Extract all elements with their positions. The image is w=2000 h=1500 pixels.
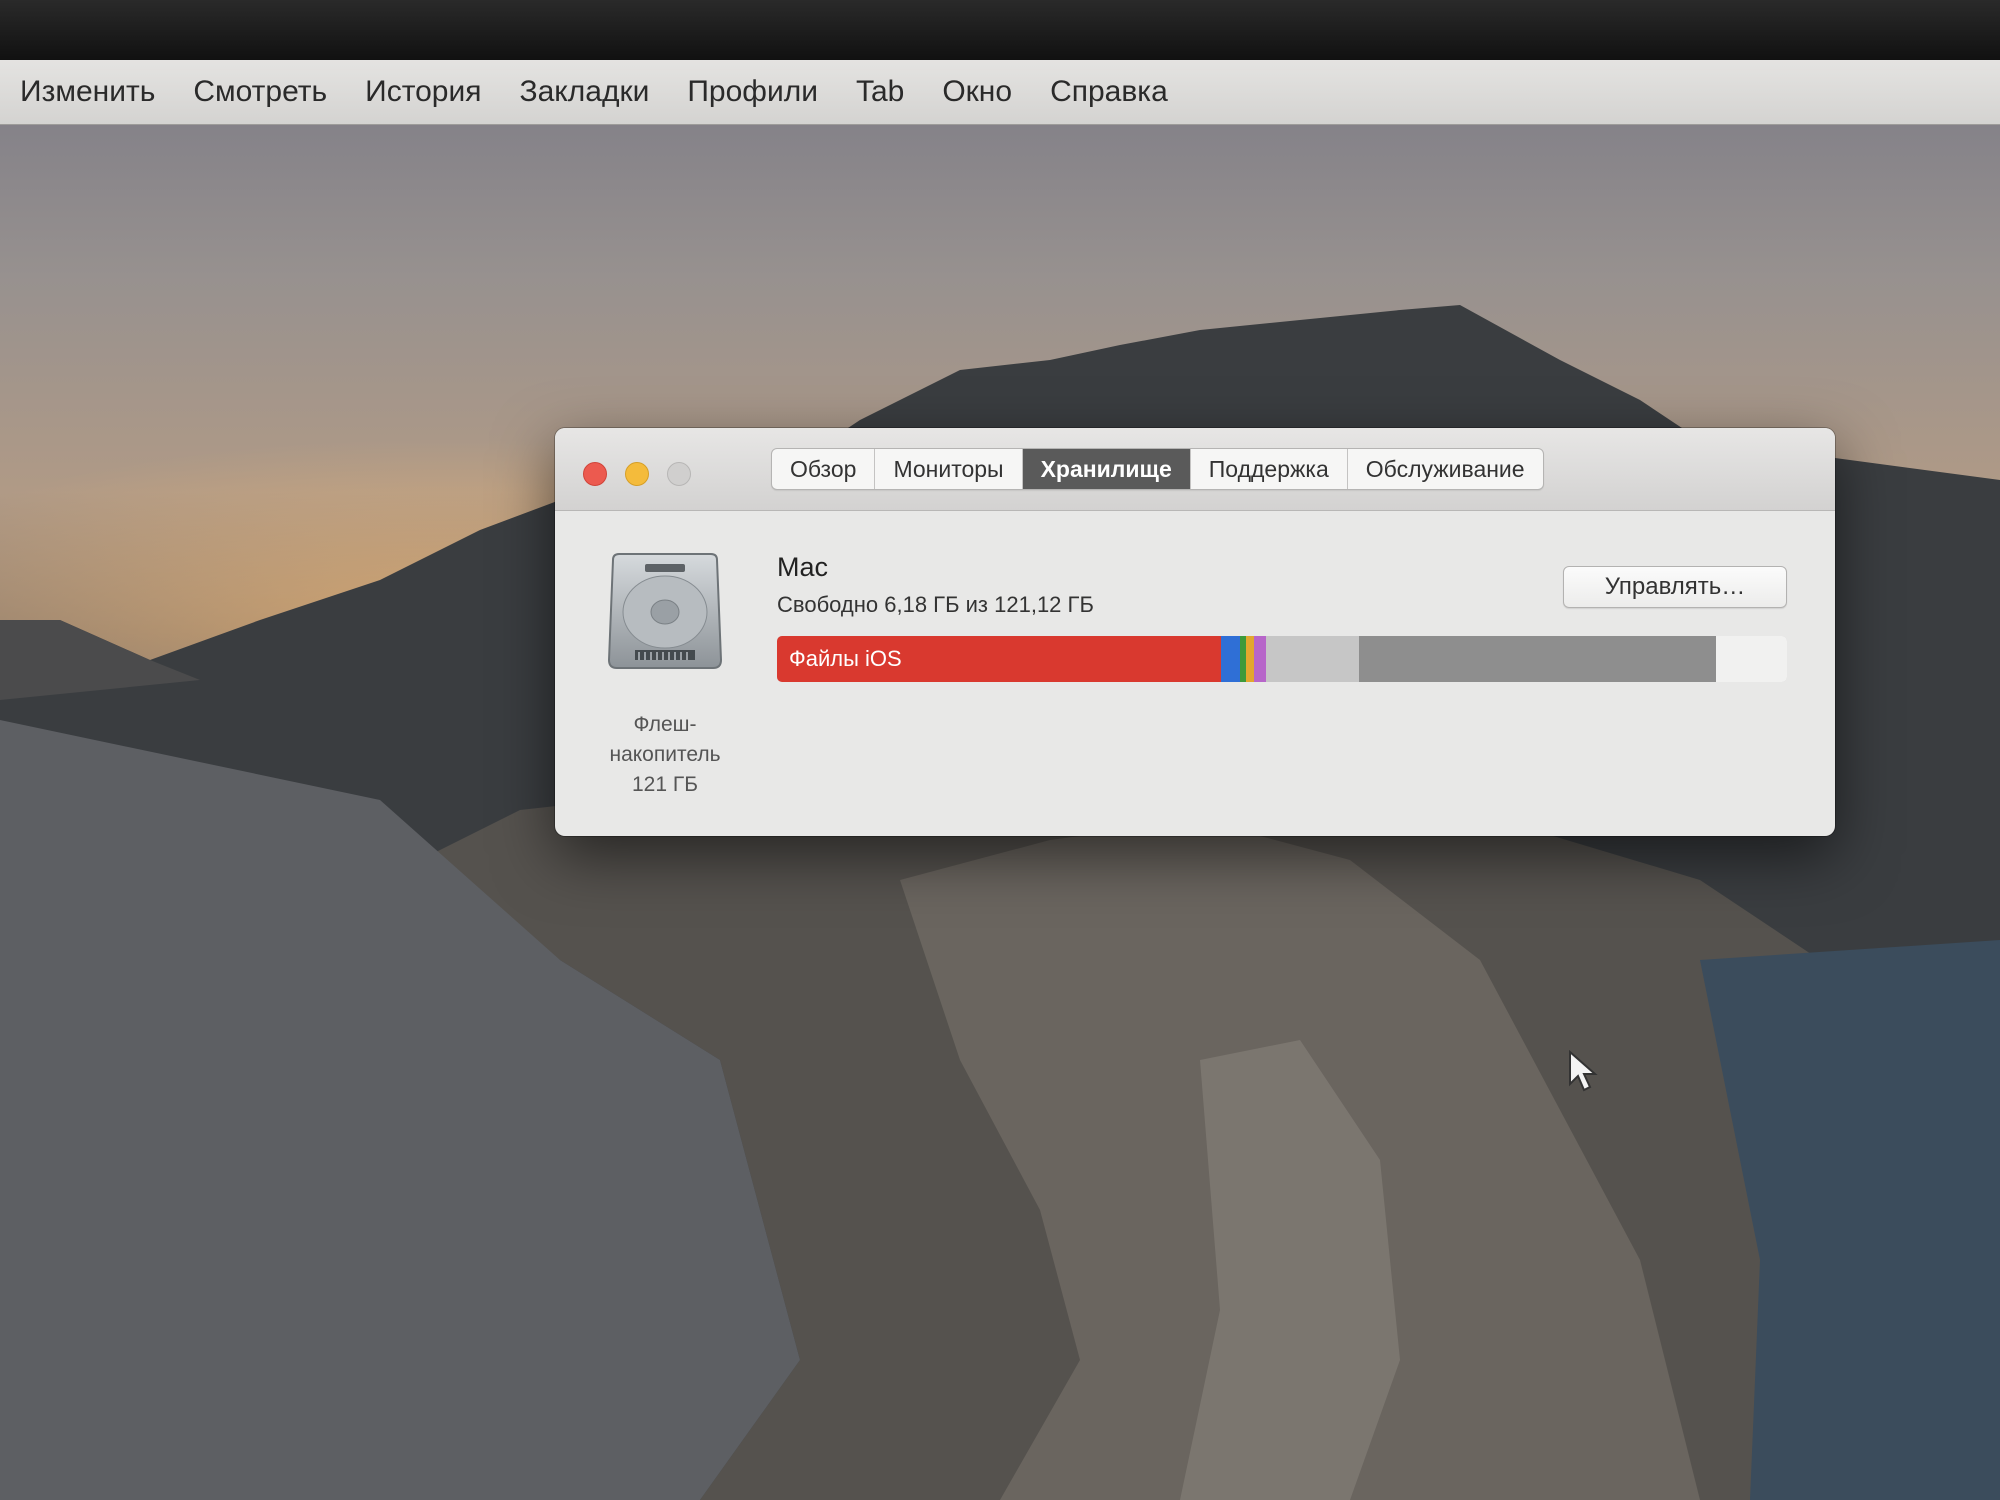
- storage-segment[interactable]: [1358, 636, 1717, 682]
- close-button[interactable]: [583, 462, 607, 486]
- minimize-button[interactable]: [625, 462, 649, 486]
- tab-4[interactable]: Обслуживание: [1348, 449, 1543, 489]
- menu-item-1[interactable]: Смотреть: [193, 72, 327, 112]
- storage-segment[interactable]: [1716, 636, 1787, 682]
- window-titlebar[interactable]: Обзор Мониторы Хранилище Поддержка Обслужива…: [555, 428, 1835, 511]
- tab-2[interactable]: Хранилище: [1022, 449, 1191, 489]
- hard-drive-icon: [607, 553, 723, 669]
- drive-caption: Флеш-накопитель 121 ГБ: [577, 710, 753, 800]
- menu-item-5[interactable]: Tab: [856, 72, 904, 112]
- storage-segment[interactable]: [1265, 636, 1359, 682]
- screen-bezel: [0, 0, 2000, 60]
- menu-item-7[interactable]: Справка: [1050, 72, 1168, 112]
- about-this-mac-window: Обзор Мониторы Хранилище Поддержка Обслужива…: [555, 428, 1835, 836]
- storage-segment[interactable]: [1221, 636, 1240, 682]
- mouse-cursor-icon: [1569, 1050, 1598, 1092]
- tab-0[interactable]: Обзор: [772, 449, 876, 489]
- menu-item-3[interactable]: Закладки: [519, 72, 649, 112]
- disk-free-space: Свободно 6,18 ГБ из 121,12 ГБ: [777, 592, 1094, 617]
- storage-segment[interactable]: Файлы iOS: [777, 636, 1222, 682]
- zoom-button[interactable]: [667, 462, 691, 486]
- storage-usage-bar: Файлы iOS: [777, 636, 1787, 682]
- storage-segment-label: Файлы iOS: [789, 646, 902, 671]
- storage-segment[interactable]: [1253, 636, 1266, 682]
- menu-item-0[interactable]: Изменить: [20, 72, 155, 112]
- drive-caption-line: накопитель: [609, 743, 721, 766]
- disk-name: Mac: [777, 552, 829, 582]
- menu-item-6[interactable]: Окно: [942, 72, 1012, 112]
- tab-3[interactable]: Поддержка: [1191, 449, 1348, 489]
- menu-item-4[interactable]: Профили: [687, 72, 818, 112]
- tab-1[interactable]: Мониторы: [875, 449, 1023, 489]
- storage-segment[interactable]: [1245, 636, 1254, 682]
- menu-items: Изменить Смотреть История Закладки Профили Ta…: [20, 72, 1168, 112]
- drive-caption-line: Флеш-: [633, 713, 697, 736]
- manage-button[interactable]: Управлять…: [1563, 566, 1787, 608]
- drive-caption-line: 121 ГБ: [631, 773, 699, 796]
- menu-bar: Изменить Смотреть История Закладки Профили Ta…: [0, 60, 2000, 125]
- tab-bar: Обзор Мониторы Хранилище Поддержка Обслужива…: [771, 448, 1544, 490]
- menu-item-2[interactable]: История: [365, 72, 481, 112]
